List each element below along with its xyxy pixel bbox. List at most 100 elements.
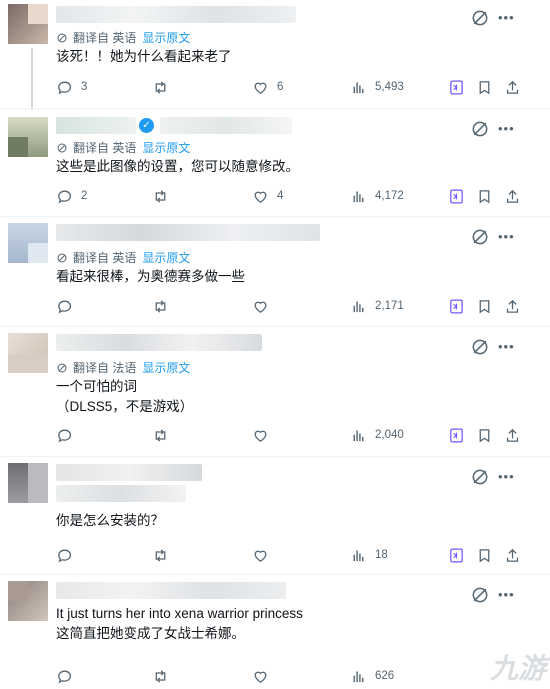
view-count: 2,040 <box>375 429 404 441</box>
avatar[interactable] <box>8 463 48 503</box>
bookmark-button[interactable] <box>476 425 501 445</box>
grok-action-button[interactable] <box>448 77 473 97</box>
share-button[interactable] <box>504 296 529 316</box>
translate-note: 翻译自 法语 显示原文 <box>56 359 190 376</box>
show-original-link[interactable]: 显示原文 <box>142 141 190 155</box>
more-icon[interactable]: ••• <box>498 470 515 483</box>
retweet-button[interactable] <box>152 296 177 316</box>
retweet-button[interactable] <box>152 545 177 565</box>
tweet-6[interactable]: ••• It just turns her into xena warrior … <box>0 574 550 689</box>
retweet-button[interactable] <box>152 666 177 686</box>
grok-icon[interactable] <box>470 8 490 28</box>
reply-button[interactable] <box>56 545 81 565</box>
retweet-icon <box>152 668 169 685</box>
views-icon <box>350 427 367 444</box>
tweet-top-icons: ••• <box>470 337 522 357</box>
views-button[interactable]: 626 <box>350 666 394 686</box>
watermark-text: 九游 <box>489 653 546 684</box>
bookmark-button[interactable] <box>476 545 501 565</box>
views-button[interactable]: 4,172 <box>350 186 404 206</box>
like-button[interactable] <box>252 545 277 565</box>
views-button[interactable]: 2,040 <box>350 425 404 445</box>
like-button[interactable]: 6 <box>252 77 283 97</box>
retweet-button[interactable] <box>152 425 177 445</box>
bookmark-button[interactable] <box>476 77 501 97</box>
grok-action-button[interactable] <box>448 545 473 565</box>
retweet-icon <box>152 427 169 444</box>
avatar[interactable] <box>8 117 48 157</box>
like-button[interactable]: 4 <box>252 186 283 206</box>
more-icon[interactable]: ••• <box>498 588 515 601</box>
reply-button[interactable]: 2 <box>56 186 87 206</box>
show-original-link[interactable]: 显示原文 <box>142 361 190 375</box>
views-button[interactable]: 5,493 <box>350 77 404 97</box>
bookmark-button[interactable] <box>476 296 501 316</box>
tweet-3[interactable]: ••• 翻译自 英语 显示原文 看起来很棒，为奥德赛多做一些 2,171 <box>0 216 550 327</box>
action-bar: 18 <box>56 545 526 565</box>
retweet-icon <box>152 79 169 96</box>
blurred-username[interactable] <box>56 6 296 23</box>
blurred-username[interactable] <box>56 582 286 599</box>
share-button[interactable] <box>504 186 529 206</box>
tweet-top-icons: ••• <box>470 227 522 247</box>
translate-note: 翻译自 英语 显示原文 <box>56 139 190 156</box>
thread-line <box>31 48 33 110</box>
show-original-link[interactable]: 显示原文 <box>142 251 190 265</box>
grok-icon[interactable] <box>470 227 490 247</box>
like-button[interactable] <box>252 425 277 445</box>
share-button[interactable] <box>504 77 529 97</box>
like-button[interactable] <box>252 296 277 316</box>
share-button[interactable] <box>504 425 529 445</box>
tweet-4[interactable]: ••• 翻译自 法语 显示原文 一个可怕的词 （DLSS5，不是游戏） 2,040 <box>0 326 550 457</box>
reply-button[interactable]: 3 <box>56 77 87 97</box>
more-icon[interactable]: ••• <box>498 230 515 243</box>
show-original-link[interactable]: 显示原文 <box>142 31 190 45</box>
share-button[interactable] <box>504 545 529 565</box>
reply-button[interactable] <box>56 296 81 316</box>
like-icon <box>252 547 269 564</box>
grok-action-button[interactable] <box>448 186 473 206</box>
grok-icon[interactable] <box>470 585 490 605</box>
blurred-handle[interactable] <box>160 117 292 134</box>
view-count: 5,493 <box>375 81 404 93</box>
retweet-icon <box>152 547 169 564</box>
more-icon[interactable]: ••• <box>498 122 515 135</box>
share-icon <box>504 298 521 315</box>
reply-button[interactable] <box>56 425 81 445</box>
avatar[interactable] <box>8 223 48 263</box>
like-button[interactable] <box>252 666 277 686</box>
blurred-username[interactable] <box>56 224 320 241</box>
tweet-2[interactable]: ✓ ••• 翻译自 英语 显示原文 这些是此图像的设置，您可以随意修改。 2 4 … <box>0 108 550 217</box>
more-icon[interactable]: ••• <box>498 11 515 24</box>
tweet-5[interactable]: ••• 你是怎么安装的？ 18 <box>0 456 550 575</box>
views-icon <box>350 188 367 205</box>
retweet-icon <box>152 188 169 205</box>
grok-action-button[interactable] <box>448 296 473 316</box>
reply-button[interactable] <box>56 666 81 686</box>
bookmark-button[interactable] <box>476 186 501 206</box>
blurred-username[interactable] <box>56 117 136 134</box>
grok-icon[interactable] <box>470 467 490 487</box>
grok-icon[interactable] <box>470 337 490 357</box>
avatar[interactable] <box>8 4 48 44</box>
blurred-username[interactable] <box>56 464 202 481</box>
avatar[interactable] <box>8 333 48 373</box>
views-icon <box>350 668 367 685</box>
tweet-1[interactable]: ••• 翻译自 英语 显示原文 该死！！她为什么看起来老了 3 6 5,493 <box>0 0 550 110</box>
grok-icon[interactable] <box>470 119 490 139</box>
views-button[interactable]: 2,171 <box>350 296 404 316</box>
blurred-username[interactable] <box>56 334 262 351</box>
grok-action-button[interactable] <box>448 425 473 445</box>
bookmark-icon <box>476 79 493 96</box>
grok-action-icon <box>448 427 465 444</box>
retweet-button[interactable] <box>152 186 177 206</box>
retweet-button[interactable] <box>152 77 177 97</box>
retweet-icon <box>152 298 169 315</box>
blurred-handle[interactable] <box>56 485 186 502</box>
tweet-top-icons: ••• <box>470 585 522 605</box>
avatar[interactable] <box>8 581 48 621</box>
like-icon <box>252 298 269 315</box>
views-button[interactable]: 18 <box>350 545 388 565</box>
more-icon[interactable]: ••• <box>498 340 515 353</box>
bookmark-icon <box>476 298 493 315</box>
